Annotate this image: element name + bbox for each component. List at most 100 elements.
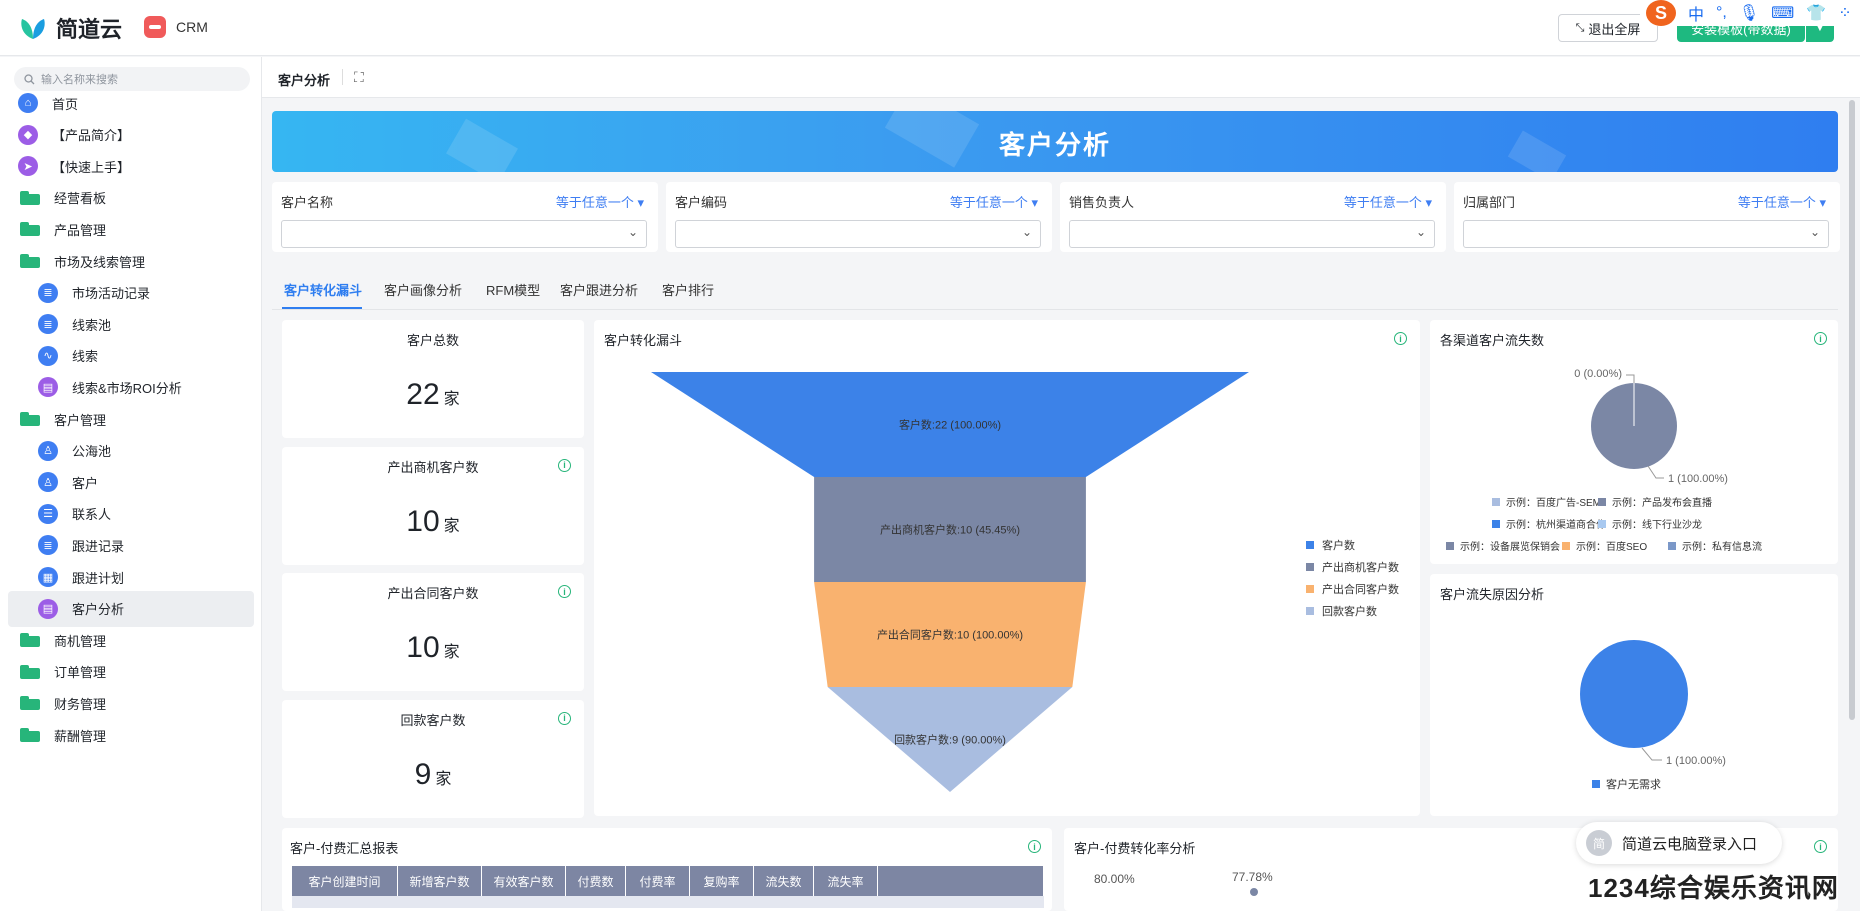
mic-icon[interactable]: 🎙 <box>1739 3 1759 23</box>
keyboard-icon[interactable]: ⌨ <box>1771 3 1794 23</box>
sidebar-item-label: 跟进计划 <box>72 570 125 586</box>
page-tab-title[interactable]: 客户分析 <box>278 70 330 89</box>
chevron-down-icon: ⌄ <box>1021 225 1032 239</box>
sidebar-item-9[interactable]: ▤ 线索&市场ROI分析 <box>8 369 254 405</box>
tab-funnel[interactable]: 客户转化漏斗 <box>284 280 362 299</box>
table-header-cell[interactable]: 付费数 <box>566 866 626 896</box>
sidebar-item-14[interactable]: ≣ 跟进记录 <box>8 527 254 563</box>
folder-icon <box>20 664 40 679</box>
filter-select[interactable]: ⌄ <box>281 220 647 248</box>
sidebar-item-5[interactable]: 市场及线索管理 <box>8 243 254 279</box>
banner-title: 客户分析 <box>998 130 1111 160</box>
apps-icon[interactable]: ⁘ <box>1838 3 1851 23</box>
channel-legend-item[interactable]: 示例：百度广告-SEM <box>1506 496 1601 509</box>
sidebar-item-8[interactable]: ∿ 线索 <box>8 338 254 374</box>
table-header-cell[interactable]: 流失数 <box>754 866 814 896</box>
legend-swatch <box>1598 498 1606 506</box>
send-icon: ➤ <box>18 156 38 177</box>
table-header-cell[interactable]: 复购率 <box>690 866 754 896</box>
sidebar-item-6[interactable]: ≣ 市场活动记录 <box>8 275 254 311</box>
channel-legend-item[interactable]: 示例：杭州渠道商合作 <box>1506 518 1606 531</box>
filter-operator-label: 等于任意一个 <box>555 195 634 210</box>
ime-punct[interactable]: °, <box>1716 4 1727 22</box>
filter-operator[interactable]: 等于任意一个 ▾ <box>556 192 644 211</box>
sidebar-item-13[interactable]: ☰ 联系人 <box>8 496 254 532</box>
table-header-cell[interactable]: 付费率 <box>626 866 690 896</box>
chevron-down-icon: ⌄ <box>1809 225 1820 239</box>
sidebar-item-0[interactable]: ⌂ 首页 <box>8 85 254 121</box>
info-icon[interactable]: i <box>558 585 571 598</box>
filter-select[interactable]: ⌄ <box>1463 220 1829 248</box>
data-point[interactable] <box>1250 888 1258 896</box>
folder-icon <box>20 190 40 205</box>
sidebar-item-1[interactable]: ◆ 【产品简介】 <box>8 117 254 153</box>
scrollbar[interactable] <box>1849 100 1855 720</box>
loss-reason-pie: 1 (100.00%) 客户无需求 <box>1580 640 1726 791</box>
channel-legend-item[interactable]: 示例：线下行业沙龙 <box>1612 518 1702 531</box>
expand-icon[interactable]: ⛶ <box>354 69 364 86</box>
kpi-card: 客户总数 22 家 <box>282 320 584 438</box>
ime-lang[interactable]: 中 <box>1688 1 1704 25</box>
table-header-cell[interactable]: 流失率 <box>814 866 878 896</box>
sidebar-item-17[interactable]: 商机管理 <box>8 622 254 658</box>
sidebar-item-label: 产品管理 <box>54 222 107 238</box>
sidebar-item-19[interactable]: 财务管理 <box>8 685 254 721</box>
calendar-icon: ▦ <box>38 567 58 587</box>
pay-rate-title: 客户-付费转化率分析 <box>1074 841 1196 856</box>
sidebar-item-3[interactable]: 经营看板 <box>8 180 254 216</box>
filter-select[interactable]: ⌄ <box>675 220 1041 248</box>
tab-profile[interactable]: 客户画像分析 <box>384 280 462 299</box>
app-switcher[interactable]: CRM <box>144 16 208 38</box>
sidebar-item-18[interactable]: 订单管理 <box>8 654 254 690</box>
sidebar-item-11[interactable]: ♙ 公海池 <box>8 433 254 469</box>
funnel-chart: 客户数:22 (100.00%) 产出商机客户数:10 (45.45%) 产出合同客… <box>651 372 1399 792</box>
sidebar-item-7[interactable]: ≣ 线索池 <box>8 306 254 342</box>
info-icon[interactable]: i <box>1028 840 1041 853</box>
channel-legend-item[interactable]: 示例：设备展览保销会 <box>1460 540 1560 553</box>
info-icon[interactable]: i <box>558 711 571 725</box>
shirt-icon[interactable]: 👕 <box>1806 3 1826 23</box>
folder-icon <box>20 633 40 648</box>
funnel-stage-label: 产出商机客户数:10 (45.45%) <box>880 523 1020 537</box>
funnel-legend-item[interactable]: 回款客户数 <box>1322 604 1377 618</box>
info-icon[interactable]: i <box>1814 840 1827 853</box>
user-icon: ♙ <box>38 440 58 461</box>
funnel-legend-item[interactable]: 产出商机客户数 <box>1322 560 1399 574</box>
funnel-stage-label: 回款客户数:9 (90.00%) <box>894 733 1006 747</box>
label-leader <box>1641 747 1662 761</box>
channel-loss-pie: 0 (0.00%) 1 (100.00%) 示例：百度广告-SEM 示例：产品发布会直… <box>1446 368 1762 553</box>
sogou-icon[interactable]: S <box>1646 0 1676 26</box>
filter-operator[interactable]: 等于任意一个 ▾ <box>1344 192 1432 211</box>
caret-down-icon: ▾ <box>1815 195 1826 210</box>
filter-operator[interactable]: 等于任意一个 ▾ <box>1738 192 1826 211</box>
sidebar-item-16[interactable]: ▤ 客户分析 <box>8 590 254 627</box>
sidebar-item-10[interactable]: 客户管理 <box>8 401 254 437</box>
table-header-cell[interactable]: 新增客户数 <box>398 866 482 896</box>
sidebar-item-2[interactable]: ➤ 【快速上手】 <box>8 148 254 184</box>
sidebar-item-4[interactable]: 产品管理 <box>8 211 254 247</box>
funnel-legend-item[interactable]: 产出合同客户数 <box>1322 582 1399 596</box>
table-header-cell[interactable]: 有效客户数 <box>482 866 566 896</box>
tab-followup[interactable]: 客户跟进分析 <box>560 280 638 299</box>
sidebar-item-15[interactable]: ▦ 跟进计划 <box>8 559 254 595</box>
tab-rfm[interactable]: RFM模型 <box>486 280 540 299</box>
tab-ranking[interactable]: 客户排行 <box>662 280 714 299</box>
brand-logo[interactable]: 简道云 <box>18 12 122 44</box>
reason-legend-item[interactable]: 客户无需求 <box>1606 777 1661 791</box>
filter-2: 销售负责人 等于任意一个 ▾ ⌄ <box>1060 182 1446 252</box>
channel-legend-item[interactable]: 示例：私有信息流 <box>1682 540 1762 553</box>
info-icon[interactable]: i <box>558 458 571 472</box>
sidebar-item-12[interactable]: ♙ 客户 <box>8 464 254 500</box>
filter-operator[interactable]: 等于任意一个 ▾ <box>950 192 1038 211</box>
channel-legend-item[interactable]: 示例：百度SEO <box>1576 540 1647 553</box>
page-tab-bar: 客户分析 ⛶ <box>262 57 1860 98</box>
channel-legend-item[interactable]: 示例：产品发布会直播 <box>1612 496 1712 509</box>
table-header-cell[interactable]: 客户创建时间 <box>292 866 398 896</box>
sidebar-item-20[interactable]: 薪酬管理 <box>8 717 254 753</box>
floating-entry[interactable]: 简 简道云电脑登录入口 <box>1576 822 1782 864</box>
tab-divider <box>342 69 343 85</box>
funnel-legend-item[interactable]: 客户数 <box>1322 538 1355 552</box>
filter-select[interactable]: ⌄ <box>1069 220 1435 248</box>
data-point-label: 77.78% <box>1232 870 1273 884</box>
pie-slice[interactable] <box>1580 640 1688 748</box>
